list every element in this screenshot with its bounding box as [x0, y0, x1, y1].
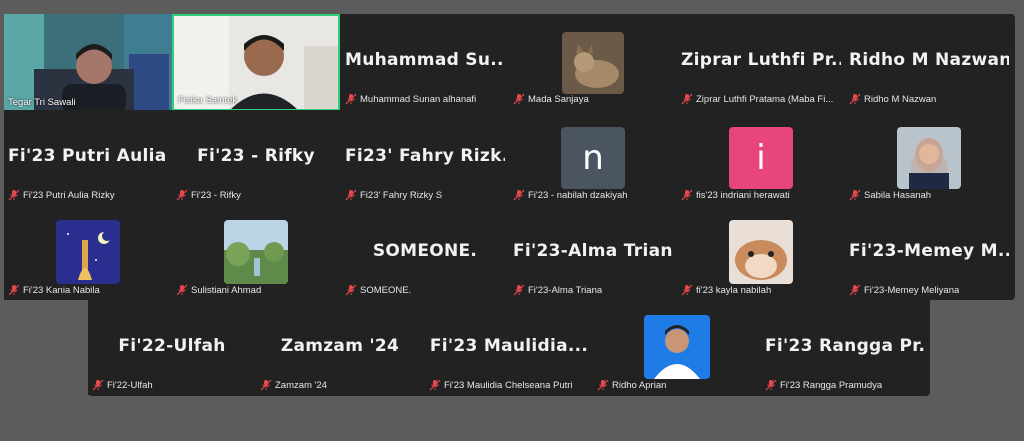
participant-tile[interactable]: fi'23 kayla nabilah [677, 205, 845, 300]
participant-name: Zamzam '24 [275, 379, 327, 391]
participant-name: Sabila Hasanah [864, 189, 932, 201]
night-mosque-art-avatar [56, 220, 120, 284]
mic-muted-icon [345, 284, 357, 296]
participant-tile-video[interactable]: Tegar Tri Sawali [4, 14, 172, 111]
mic-muted-icon [513, 284, 525, 296]
participant-name: Tegar Tri Sawali [8, 97, 76, 108]
mic-muted-icon [681, 284, 693, 296]
initial-avatar: i [729, 127, 793, 189]
participant-name: Mada Sanjaya [528, 93, 589, 105]
participant-tile[interactable]: Fi23' Fahry Rizk... Fi23' Fahry Rizky S [341, 110, 509, 205]
participant-name: Ridho M Nazwan [864, 93, 937, 105]
participant-tile[interactable]: i fis'23 indriani herawati [677, 110, 845, 205]
mic-muted-icon [513, 93, 525, 105]
participant-tile[interactable]: Fi'23 Putri Aulia... Fi'23 Putri Aulia R… [4, 110, 172, 205]
participant-name: Fi23' Fahry Rizky S [360, 189, 443, 201]
participant-name: Fi'23 Putri Aulia Rizky [23, 189, 115, 201]
mic-muted-icon [260, 379, 272, 391]
participant-tile[interactable]: Sulistiani Ahmad [172, 205, 340, 300]
mic-muted-icon [597, 379, 609, 391]
mic-muted-icon [513, 189, 525, 201]
participant-name: Fisika Saintek [178, 95, 238, 106]
participant-tile[interactable]: Fi'23 - Rifky Fi'23 - Rifky [172, 110, 340, 205]
participant-display-name: Fi'22-Ulfah [118, 336, 226, 356]
participant-display-name: Zamzam '24 [280, 336, 400, 356]
participant-display-name: Fi23' Fahry Rizk... [345, 146, 505, 166]
participant-tile[interactable]: Fi'23 Rangga Pr... Fi'23 Rangga Pramudya [761, 300, 929, 395]
participant-name: Fi'23 - Rifky [191, 189, 241, 201]
participant-name: Ridho Aprian [612, 379, 667, 391]
participant-tile[interactable]: Fi'23-Alma Triana Fi'23-Alma Triana [509, 205, 677, 300]
participant-tile[interactable]: Ziprar Luthfi Pr... Ziprar Luthfi Pratam… [677, 14, 845, 109]
participant-display-name: Fi'23 Rangga Pr... [765, 336, 925, 356]
participant-tile[interactable]: SOMEONE. SOMEONE. [341, 205, 509, 300]
participant-tile[interactable]: Fi'23 Maulidia... Fi'23 Maulidia Chelsea… [425, 300, 593, 395]
participant-name: Fi'22-Ulfah [107, 379, 153, 391]
participant-name: fis'23 indriani herawati [696, 189, 790, 201]
participant-tile[interactable]: Fi'22-Ulfah Fi'22-Ulfah [88, 300, 256, 395]
participant-tile[interactable]: Muhammad Su... Muhammad Sunan alhanafi [341, 14, 509, 109]
mic-muted-icon [8, 189, 20, 201]
mic-muted-icon [681, 189, 693, 201]
mic-muted-icon [92, 379, 104, 391]
participant-tile[interactable]: Mada Sanjaya [509, 14, 677, 109]
participant-name: Fi'23 - nabilah dzakiyah [528, 189, 628, 201]
participant-display-name: Fi'23 - Rifky [197, 146, 315, 166]
participant-display-name: SOMEONE. [372, 241, 478, 261]
participant-display-name: Fi'23 Maulidia... [429, 336, 589, 356]
participant-tile[interactable]: Fi'23-Memey M... Fi'23-Memey Meliyana [845, 205, 1013, 300]
participant-display-name: Ridho M Nazwan [849, 50, 1009, 70]
participant-display-name: Fi'23 Putri Aulia... [8, 146, 168, 166]
mic-muted-icon [345, 189, 357, 201]
participant-name: fi'23 kayla nabilah [696, 284, 772, 296]
mic-muted-icon [849, 189, 861, 201]
mic-muted-icon [176, 189, 188, 201]
mic-muted-icon [681, 93, 693, 105]
mic-muted-icon [429, 379, 441, 391]
participant-name: Ziprar Luthfi Pratama (Maba Fi... [696, 93, 834, 105]
participant-name: Fi'23 Kania Nabila [23, 284, 100, 296]
participant-tile[interactable]: n Fi'23 - nabilah dzakiyah [509, 110, 677, 205]
mic-muted-icon [8, 284, 20, 296]
mic-muted-icon [849, 284, 861, 296]
participant-name: Muhammad Sunan alhanafi [360, 93, 477, 105]
nature-photo-avatar [224, 220, 288, 284]
participant-display-name: Fi'23-Alma Triana [513, 241, 673, 261]
participant-tile[interactable]: Ridho Aprian [593, 300, 761, 395]
participant-display-name: Ziprar Luthfi Pr... [681, 50, 841, 70]
participant-display-name: Muhammad Su... [345, 50, 505, 70]
participant-tile[interactable]: Zamzam '24 Zamzam '24 [256, 300, 424, 395]
mic-muted-icon [176, 284, 188, 296]
participant-name: Fi'23 Rangga Pramudya [780, 379, 883, 391]
participant-name: Sulistiani Ahmad [191, 284, 262, 296]
cat-photo-avatar [562, 32, 624, 94]
participant-tile[interactable]: Fi'23 Kania Nabila [4, 205, 172, 300]
hamster-photo-avatar [729, 220, 793, 284]
mic-muted-icon [849, 93, 861, 105]
mic-muted-icon [765, 379, 777, 391]
hijab-photo-avatar [897, 127, 961, 189]
participant-name: Fi'23-Alma Triana [528, 284, 603, 296]
participant-tile[interactable]: Ridho M Nazwan Ridho M Nazwan [845, 14, 1013, 109]
portrait-photo-avatar [644, 315, 710, 379]
initial-avatar: n [561, 127, 625, 189]
participant-tile-video-active-speaker[interactable]: Fisika Saintek [172, 14, 340, 111]
participant-name: Fi'23 Maulidia Chelseana Putri [444, 379, 573, 391]
participant-name: Fi'23-Memey Meliyana [864, 284, 960, 296]
participant-name: SOMEONE. [360, 284, 412, 296]
mic-muted-icon [345, 93, 357, 105]
participant-tile[interactable]: Sabila Hasanah [845, 110, 1013, 205]
participant-display-name: Fi'23-Memey M... [849, 241, 1009, 261]
